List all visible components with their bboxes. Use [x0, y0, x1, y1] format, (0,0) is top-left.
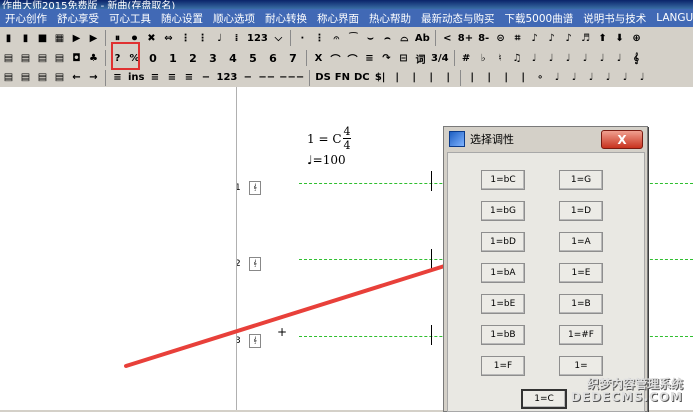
- key-select-dialog: 选择调性 X 1=bC 1=bG 1=bD 1=bA 1=bE 1=bB 1=F…: [443, 126, 648, 412]
- key-button-fsharp[interactable]: 1=#F: [559, 325, 603, 345]
- key-button-e[interactable]: 1=E: [559, 263, 603, 283]
- key-button-bd[interactable]: 1=bD: [481, 232, 525, 252]
- key-button-g[interactable]: 1=G: [559, 170, 603, 190]
- watermark: 织梦内容管理系统 DEDECMS.COM: [570, 373, 693, 410]
- key-button-b[interactable]: 1=B: [559, 294, 603, 314]
- key-button-bb[interactable]: 1=bB: [481, 325, 525, 345]
- app-icon: [449, 131, 465, 147]
- dialog-title: 选择调性: [470, 133, 514, 146]
- dialog-titlebar: 选择调性 X: [444, 127, 647, 151]
- watermark-line2: DEDECMS.COM: [570, 390, 683, 404]
- key-button-ba[interactable]: 1=bA: [481, 263, 525, 283]
- key-button-d[interactable]: 1=D: [559, 201, 603, 221]
- key-button-c[interactable]: 1=C: [521, 389, 567, 409]
- key-button-be[interactable]: 1=bE: [481, 294, 525, 314]
- key-button-bc[interactable]: 1=bC: [481, 170, 525, 190]
- key-button-f[interactable]: 1=F: [481, 356, 525, 376]
- close-button[interactable]: X: [601, 130, 643, 149]
- key-button-bg[interactable]: 1=bG: [481, 201, 525, 221]
- key-button-a[interactable]: 1=A: [559, 232, 603, 252]
